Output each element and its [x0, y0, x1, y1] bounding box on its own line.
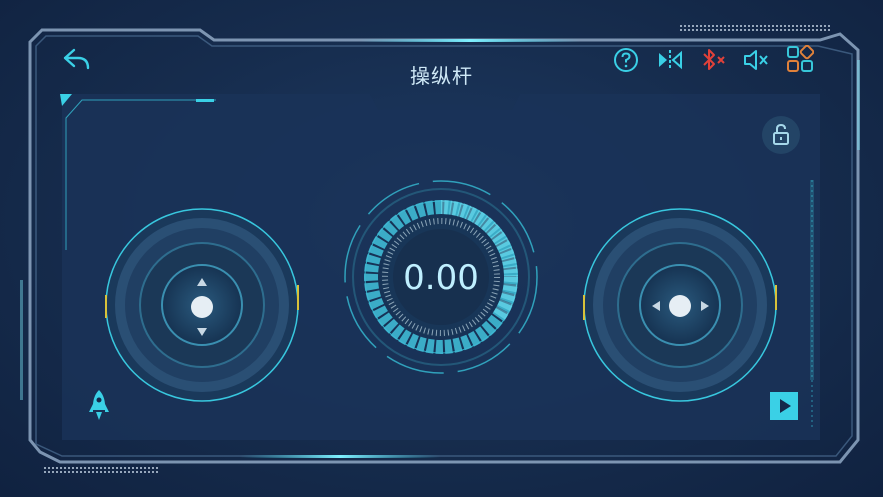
play-icon — [780, 399, 791, 413]
rocket-button[interactable] — [86, 388, 112, 424]
unlock-icon — [773, 123, 789, 145]
mirror-flip-icon — [659, 50, 682, 70]
left-joystick[interactable] — [105, 208, 299, 402]
gauge-value: 0.00 — [403, 258, 479, 298]
back-button[interactable] — [62, 46, 92, 72]
sound-button[interactable] — [742, 47, 770, 73]
help-button[interactable] — [613, 47, 639, 73]
layout-grid-icon — [787, 44, 815, 72]
mirror-button[interactable] — [656, 47, 684, 73]
bluetooth-button[interactable] — [699, 46, 727, 74]
layout-button[interactable] — [786, 44, 815, 73]
play-button[interactable] — [770, 392, 798, 420]
sound-muted-icon — [744, 50, 768, 70]
right-joystick[interactable] — [583, 208, 777, 402]
back-arrow-icon — [63, 48, 90, 70]
help-icon — [614, 48, 638, 72]
lock-button[interactable] — [762, 116, 800, 154]
rocket-icon — [89, 390, 109, 420]
bluetooth-disconnected-icon — [703, 49, 725, 70]
